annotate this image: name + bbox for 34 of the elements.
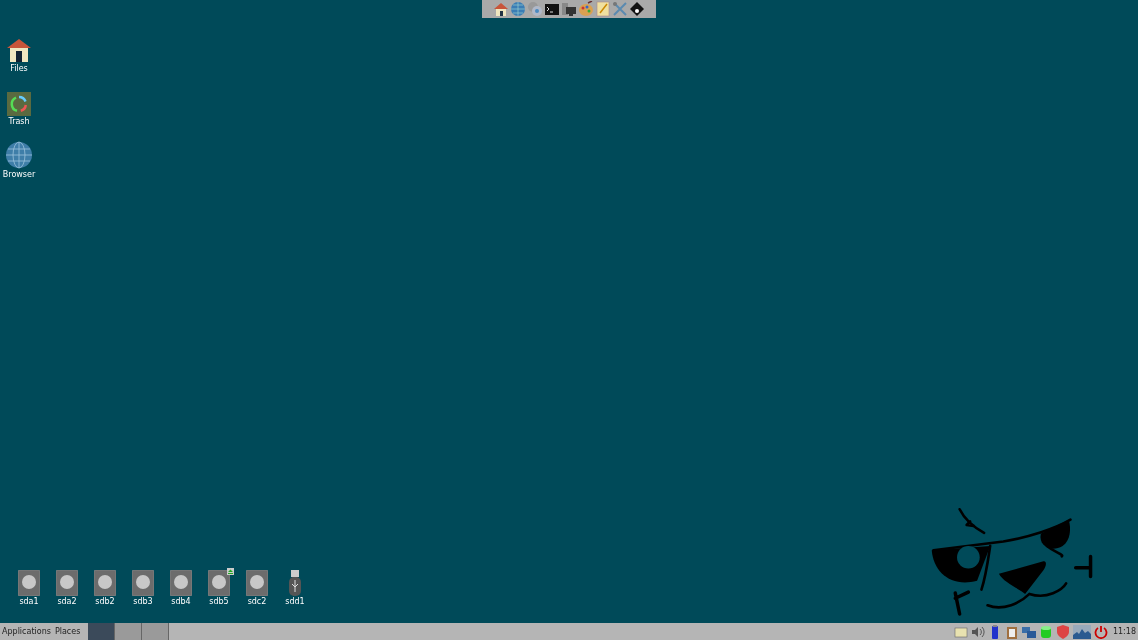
menu-item[interactable]: Places: [54, 626, 81, 637]
drive-label[interactable]: sdd1: [285, 597, 305, 607]
power-icon[interactable]: [1093, 624, 1108, 639]
monitor-icon[interactable]: [561, 1, 577, 17]
drive-label[interactable]: sdc2: [247, 597, 267, 607]
drive-label[interactable]: sda2: [57, 597, 77, 607]
usb-drive-icon[interactable]: [288, 570, 302, 596]
drive-label[interactable]: sdb2: [95, 597, 115, 607]
home-icon[interactable]: [6, 37, 32, 63]
icon-label[interactable]: Browser: [2, 170, 36, 180]
mounted-icon: [227, 568, 234, 575]
icon-label[interactable]: Files: [10, 64, 28, 74]
workspace-button[interactable]: [142, 623, 170, 640]
workspace-button[interactable]: [88, 623, 116, 640]
terminal-icon[interactable]: [544, 1, 560, 17]
drive-label[interactable]: sdb3: [133, 597, 153, 607]
icon-label[interactable]: Trash: [8, 117, 30, 127]
palette-icon[interactable]: [578, 1, 594, 17]
notepad-icon[interactable]: [595, 1, 611, 17]
drive-label[interactable]: sdb4: [171, 597, 191, 607]
note-icon[interactable]: [953, 624, 968, 639]
globe-icon[interactable]: [5, 141, 33, 169]
drive-label[interactable]: sda1: [19, 597, 39, 607]
drive-label[interactable]: sdb5: [209, 597, 229, 607]
clock[interactable]: 11:18: [1112, 626, 1136, 637]
menu-item[interactable]: Applications: [2, 626, 51, 637]
shield-icon[interactable]: [1055, 624, 1070, 639]
graph-icon[interactable]: [1072, 624, 1091, 639]
clipboard-icon[interactable]: [1004, 624, 1019, 639]
network-icon[interactable]: [1021, 624, 1036, 639]
volume-icon[interactable]: [970, 624, 985, 639]
recycle-icon[interactable]: [7, 92, 31, 116]
workspace-button[interactable]: [115, 623, 143, 640]
home-icon[interactable]: [493, 1, 509, 17]
